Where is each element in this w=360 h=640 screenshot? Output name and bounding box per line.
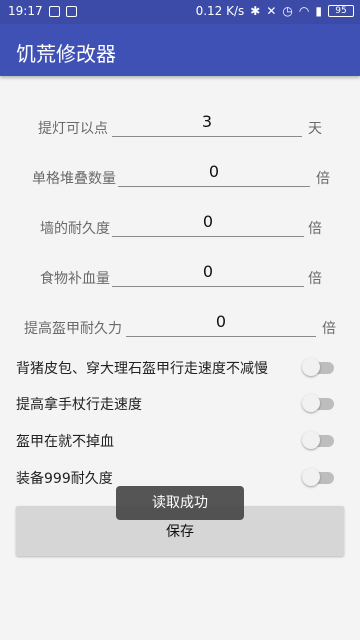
- field-food-heal: 食物补血量 0 倍: [0, 256, 360, 296]
- switch-thumb: [302, 358, 320, 376]
- input-underline: [112, 136, 302, 137]
- field-unit: 倍: [316, 171, 330, 187]
- field-label: 提灯可以点: [38, 121, 108, 137]
- status-time: 19:17: [8, 4, 43, 18]
- status-bar: 19:17 0.12 K/s ✱ ✕ ◷ ◠ ▮ 95: [0, 0, 360, 24]
- toggle-label: 装备999耐久度: [16, 471, 113, 487]
- switch-thumb: [302, 394, 320, 412]
- armor-no-damage-switch[interactable]: [302, 431, 334, 449]
- input-underline: [112, 236, 304, 237]
- field-unit: 倍: [308, 221, 322, 237]
- field-stack-size: 单格堆叠数量 0 倍: [0, 156, 360, 196]
- wall-durability-input[interactable]: 0: [112, 212, 304, 231]
- switch-thumb: [302, 431, 320, 449]
- toggle-label: 提高拿手杖行走速度: [16, 397, 142, 413]
- alarm-icon: ◷: [282, 4, 293, 18]
- stack-size-input[interactable]: 0: [118, 162, 310, 181]
- app-title: 饥荒修改器: [16, 42, 116, 66]
- field-armor-durability: 提高盔甲耐久力 0 倍: [0, 306, 360, 346]
- app-bar: 饥荒修改器: [0, 24, 360, 76]
- toggle-row-cane-speed: 提高拿手杖行走速度: [0, 386, 360, 422]
- input-underline: [126, 336, 316, 337]
- field-label: 单格堆叠数量: [32, 171, 116, 187]
- image-notification-icon: [65, 5, 77, 17]
- field-label: 食物补血量: [40, 271, 110, 287]
- signal-icon: ▮: [315, 4, 322, 18]
- field-label: 墙的耐久度: [40, 221, 110, 237]
- input-underline: [118, 186, 310, 187]
- armor-durability-input[interactable]: 0: [126, 312, 316, 331]
- toggle-row-armor-no-damage: 盔甲在就不掉血: [0, 423, 360, 459]
- toggle-row-no-slowdown: 背猪皮包、穿大理石盔甲行走速度不减慢: [0, 350, 360, 386]
- network-speed: 0.12 K/s: [195, 4, 245, 18]
- field-lamp-days: 提灯可以点 3 天: [0, 106, 360, 146]
- toggle-label: 背猪皮包、穿大理石盔甲行走速度不减慢: [16, 361, 268, 377]
- no-slowdown-switch[interactable]: [302, 358, 334, 376]
- food-heal-input[interactable]: 0: [112, 262, 304, 281]
- field-label: 提高盔甲耐久力: [24, 321, 122, 337]
- wifi-icon: ◠: [298, 4, 310, 18]
- equip-durability-switch[interactable]: [302, 468, 334, 486]
- field-unit: 天: [308, 121, 322, 137]
- toggle-label: 盔甲在就不掉血: [16, 434, 114, 450]
- mute-icon: ✕: [266, 4, 277, 18]
- switch-thumb: [302, 468, 320, 486]
- lamp-days-input[interactable]: 3: [112, 112, 302, 131]
- battery-icon: 95: [328, 5, 354, 17]
- bluetooth-icon: ✱: [250, 4, 261, 18]
- field-unit: 倍: [322, 321, 336, 337]
- field-unit: 倍: [308, 271, 322, 287]
- notification-icon: [48, 5, 60, 17]
- field-wall-durability: 墙的耐久度 0 倍: [0, 206, 360, 246]
- toast-message: 读取成功: [116, 486, 244, 520]
- cane-speed-switch[interactable]: [302, 394, 334, 412]
- input-underline: [112, 286, 304, 287]
